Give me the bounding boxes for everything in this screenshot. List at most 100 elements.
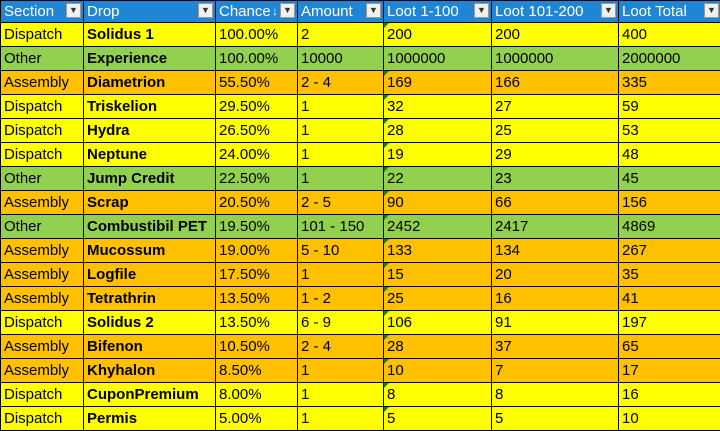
section-cell[interactable]: Dispatch	[1, 407, 84, 431]
loot-total-cell[interactable]: 48	[619, 143, 720, 167]
drop-cell[interactable]: Mucossum	[84, 239, 216, 263]
drop-cell[interactable]: Hydra	[84, 119, 216, 143]
loot-101-200-cell[interactable]: 91	[492, 311, 619, 335]
chance-cell[interactable]: 13.50%	[216, 287, 298, 311]
loot-101-200-cell[interactable]: 1000000	[492, 47, 619, 71]
section-cell[interactable]: Assembly	[1, 287, 84, 311]
amount-cell[interactable]: 1	[298, 143, 384, 167]
section-cell[interactable]: Dispatch	[1, 119, 84, 143]
loot-1-100-cell[interactable]: 15	[384, 263, 492, 287]
loot-1-100-cell[interactable]: 8	[384, 383, 492, 407]
amount-cell[interactable]: 1	[298, 359, 384, 383]
loot-total-cell[interactable]: 197	[619, 311, 720, 335]
chance-cell[interactable]: 13.50%	[216, 311, 298, 335]
drop-cell[interactable]: Scrap	[84, 191, 216, 215]
loot-1-100-cell[interactable]: 169	[384, 71, 492, 95]
loot-total-cell[interactable]: 16	[619, 383, 720, 407]
loot-total-cell[interactable]: 156	[619, 191, 720, 215]
filter-dropdown-icon[interactable]: ▼	[280, 3, 295, 18]
loot-1-100-cell[interactable]: 28	[384, 335, 492, 359]
loot-101-200-cell[interactable]: 2417	[492, 215, 619, 239]
amount-cell[interactable]: 1	[298, 95, 384, 119]
amount-cell[interactable]: 1	[298, 119, 384, 143]
section-cell[interactable]: Assembly	[1, 71, 84, 95]
loot-101-200-cell[interactable]: 7	[492, 359, 619, 383]
drop-cell[interactable]: Khyhalon	[84, 359, 216, 383]
loot-101-200-cell[interactable]: 27	[492, 95, 619, 119]
loot-1-100-cell[interactable]: 90	[384, 191, 492, 215]
amount-cell[interactable]: 1	[298, 263, 384, 287]
loot-1-100-cell[interactable]: 19	[384, 143, 492, 167]
loot-1-100-cell[interactable]: 2452	[384, 215, 492, 239]
loot-total-cell[interactable]: 267	[619, 239, 720, 263]
section-cell[interactable]: Dispatch	[1, 383, 84, 407]
loot-101-200-cell[interactable]: 16	[492, 287, 619, 311]
section-cell[interactable]: Dispatch	[1, 23, 84, 47]
amount-cell[interactable]: 2 - 4	[298, 335, 384, 359]
amount-cell[interactable]: 2 - 5	[298, 191, 384, 215]
section-cell[interactable]: Assembly	[1, 191, 84, 215]
loot-1-100-cell[interactable]: 133	[384, 239, 492, 263]
loot-101-200-cell[interactable]: 166	[492, 71, 619, 95]
loot-total-cell[interactable]: 335	[619, 71, 720, 95]
amount-cell[interactable]: 1 - 2	[298, 287, 384, 311]
loot-101-200-cell[interactable]: 29	[492, 143, 619, 167]
chance-cell[interactable]: 55.50%	[216, 71, 298, 95]
loot-total-cell[interactable]: 17	[619, 359, 720, 383]
amount-cell[interactable]: 1	[298, 167, 384, 191]
filter-dropdown-icon[interactable]: ▼	[601, 3, 616, 18]
amount-cell[interactable]: 10000	[298, 47, 384, 71]
drop-cell[interactable]: Jump Credit	[84, 167, 216, 191]
loot-total-cell[interactable]: 35	[619, 263, 720, 287]
drop-cell[interactable]: Solidus 1	[84, 23, 216, 47]
loot-101-200-cell[interactable]: 25	[492, 119, 619, 143]
chance-cell[interactable]: 20.50%	[216, 191, 298, 215]
section-cell[interactable]: Assembly	[1, 335, 84, 359]
chance-cell[interactable]: 24.00%	[216, 143, 298, 167]
chance-cell[interactable]: 5.00%	[216, 407, 298, 431]
section-cell[interactable]: Other	[1, 167, 84, 191]
loot-101-200-cell[interactable]: 200	[492, 23, 619, 47]
chance-cell[interactable]: 8.00%	[216, 383, 298, 407]
amount-cell[interactable]: 6 - 9	[298, 311, 384, 335]
section-cell[interactable]: Other	[1, 215, 84, 239]
filter-dropdown-icon[interactable]: ▼	[366, 3, 381, 18]
amount-cell[interactable]: 101 - 150	[298, 215, 384, 239]
drop-cell[interactable]: Experience	[84, 47, 216, 71]
drop-cell[interactable]: Diametrion	[84, 71, 216, 95]
drop-cell[interactable]: Tetrathrin	[84, 287, 216, 311]
amount-cell[interactable]: 2 - 4	[298, 71, 384, 95]
loot-total-cell[interactable]: 10	[619, 407, 720, 431]
loot-total-cell[interactable]: 400	[619, 23, 720, 47]
section-cell[interactable]: Assembly	[1, 239, 84, 263]
loot-total-cell[interactable]: 65	[619, 335, 720, 359]
section-cell[interactable]: Other	[1, 47, 84, 71]
filter-dropdown-icon[interactable]: ▼	[66, 3, 81, 18]
section-cell[interactable]: Dispatch	[1, 311, 84, 335]
chance-cell[interactable]: 17.50%	[216, 263, 298, 287]
loot-1-100-cell[interactable]: 25	[384, 287, 492, 311]
chance-cell[interactable]: 26.50%	[216, 119, 298, 143]
amount-cell[interactable]: 5 - 10	[298, 239, 384, 263]
section-cell[interactable]: Assembly	[1, 359, 84, 383]
chance-cell[interactable]: 100.00%	[216, 23, 298, 47]
drop-cell[interactable]: Combustibil PET	[84, 215, 216, 239]
loot-1-100-cell[interactable]: 106	[384, 311, 492, 335]
amount-cell[interactable]: 1	[298, 407, 384, 431]
chance-cell[interactable]: 10.50%	[216, 335, 298, 359]
loot-1-100-cell[interactable]: 22	[384, 167, 492, 191]
loot-1-100-cell[interactable]: 1000000	[384, 47, 492, 71]
loot-101-200-cell[interactable]: 8	[492, 383, 619, 407]
loot-total-cell[interactable]: 2000000	[619, 47, 720, 71]
loot-101-200-cell[interactable]: 5	[492, 407, 619, 431]
drop-cell[interactable]: Bifenon	[84, 335, 216, 359]
amount-cell[interactable]: 1	[298, 383, 384, 407]
loot-1-100-cell[interactable]: 5	[384, 407, 492, 431]
filter-dropdown-icon[interactable]: ▼	[474, 3, 489, 18]
chance-cell[interactable]: 29.50%	[216, 95, 298, 119]
chance-cell[interactable]: 22.50%	[216, 167, 298, 191]
loot-101-200-cell[interactable]: 20	[492, 263, 619, 287]
amount-cell[interactable]: 2	[298, 23, 384, 47]
drop-cell[interactable]: Neptune	[84, 143, 216, 167]
drop-cell[interactable]: CuponPremium	[84, 383, 216, 407]
